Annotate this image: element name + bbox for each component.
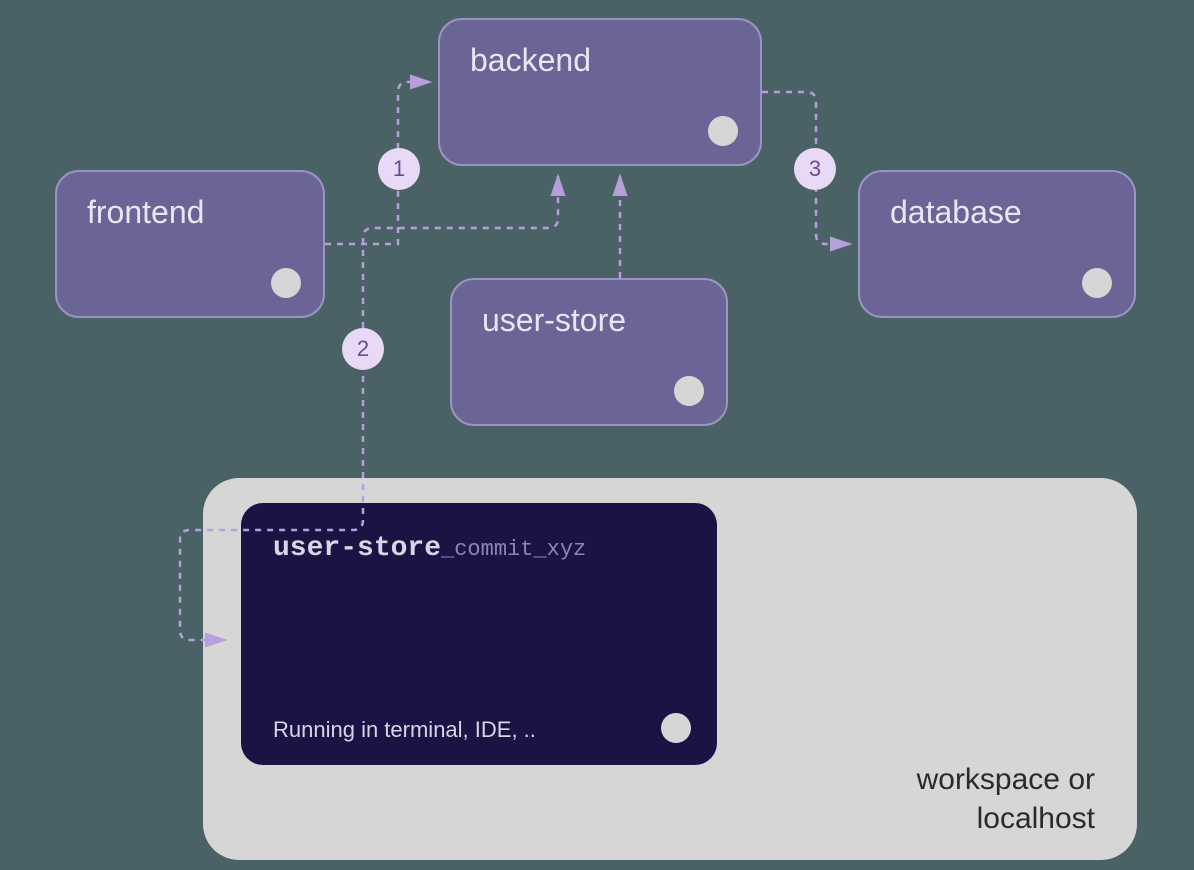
code-commit-suffix: _commit_xyz [441,537,586,562]
status-dot [271,268,301,298]
workspace-panel: user-store_commit_xyz Running in termina… [203,478,1137,860]
status-dot [661,713,691,743]
code-service-name: user-store [273,533,441,564]
status-dot [1082,268,1112,298]
step-badge-1: 1 [378,148,420,190]
status-dot [708,116,738,146]
node-frontend: frontend [55,170,325,318]
workspace-label: workspace or localhost [917,760,1095,838]
node-label: frontend [87,194,204,230]
code-status-text: Running in terminal, IDE, .. [273,717,536,743]
node-backend: backend [438,18,762,166]
step-badge-2: 2 [342,328,384,370]
node-label: user-store [482,302,626,338]
code-instance-box: user-store_commit_xyz Running in termina… [241,503,717,765]
node-user-store: user-store [450,278,728,426]
node-database: database [858,170,1136,318]
status-dot [674,376,704,406]
step-badge-3: 3 [794,148,836,190]
node-label: backend [470,42,591,78]
code-title-line: user-store_commit_xyz [273,533,685,564]
node-label: database [890,194,1022,230]
